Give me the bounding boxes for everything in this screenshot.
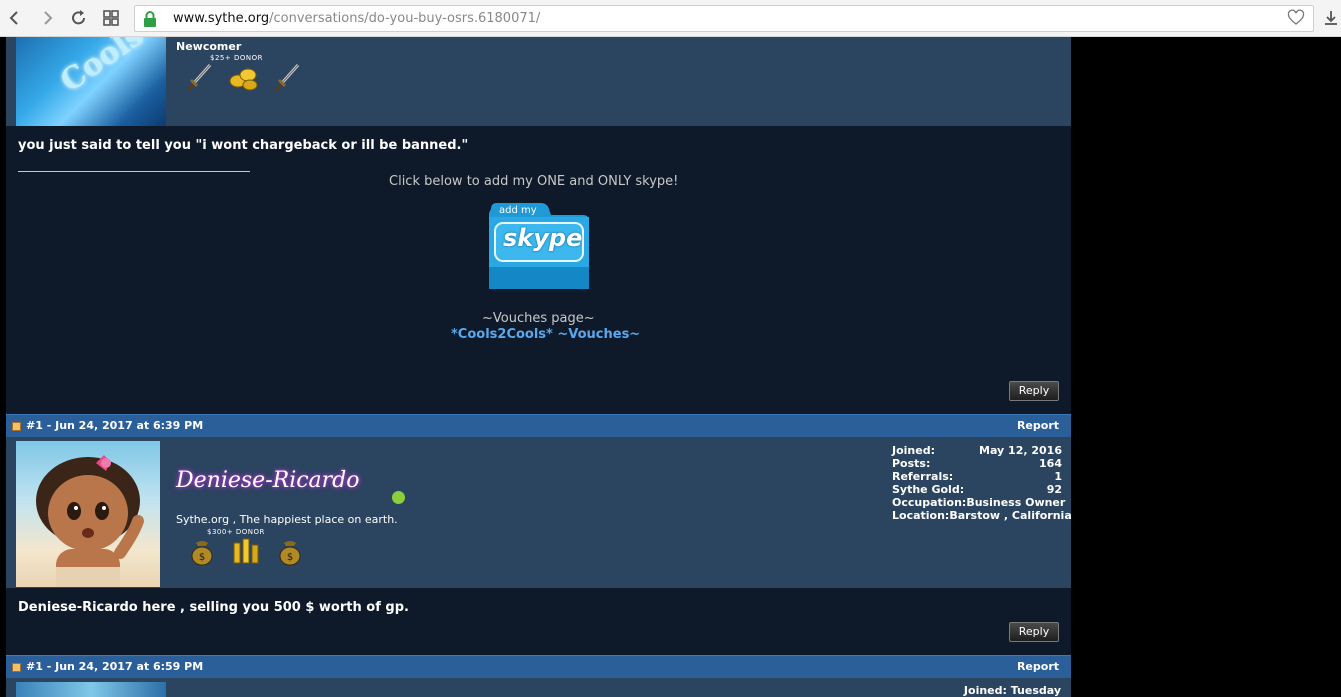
post-icon xyxy=(12,663,21,672)
money-bag-icon: $ xyxy=(279,541,301,566)
reply-button[interactable]: Reply xyxy=(1009,622,1059,642)
sword-icon xyxy=(186,64,212,92)
address-bar[interactable]: www.sythe.org/conversations/do-you-buy-o… xyxy=(134,5,1314,32)
svg-text:$: $ xyxy=(287,552,293,563)
url-host: www.sythe.org xyxy=(173,11,270,26)
stat-occupation: Occupation: Business Owner xyxy=(892,496,1066,509)
gold-coins-icon xyxy=(229,68,258,91)
avatar[interactable]: Cools xyxy=(16,37,166,126)
post-meta[interactable]: #1 - Jun 24, 2017 at 6:59 PM xyxy=(26,660,203,673)
browser-toolbar: www.sythe.org/conversations/do-you-buy-o… xyxy=(0,0,1341,37)
back-icon[interactable] xyxy=(4,8,26,28)
url-path: /conversations/do-you-buy-osrs.6180071/ xyxy=(269,11,541,26)
user-stats: Joined: May 12, 2016 Posts: 164 Referrals:… xyxy=(892,444,1072,522)
add-skype-button[interactable]: add my skype xyxy=(489,203,589,289)
stat-label: Occupation: xyxy=(892,496,967,509)
page-margin-right xyxy=(1071,37,1341,697)
avatar[interactable] xyxy=(16,441,160,587)
vouches-link[interactable]: *Cools2Cools* ~Vouches~ xyxy=(451,327,640,342)
skype-top-label: add my xyxy=(499,205,537,216)
url-text[interactable]: www.sythe.org/conversations/do-you-buy-o… xyxy=(173,11,540,26)
username[interactable]: Deniese-Ricardo xyxy=(176,468,360,493)
forward-icon[interactable] xyxy=(36,8,58,28)
report-link[interactable]: Report xyxy=(1017,419,1059,432)
stat-value: 164 xyxy=(1039,457,1062,470)
avatar[interactable] xyxy=(16,682,166,697)
user-rank: Newcomer xyxy=(176,40,242,53)
stat-value: Barstow , California xyxy=(949,509,1072,522)
stat-location: Location: Barstow , California xyxy=(892,509,1072,522)
post-userinfo: Deniese-Ricardo Sythe.org , The happiest… xyxy=(6,437,1072,588)
lock-icon xyxy=(143,11,157,27)
vouches-title: ~Vouches page~ xyxy=(482,311,595,326)
report-link[interactable]: Report xyxy=(1017,660,1059,673)
post-message: Deniese-Ricardo here , selling you 500 $… xyxy=(18,600,409,615)
post-meta[interactable]: #1 - Jun 24, 2017 at 6:39 PM xyxy=(26,419,203,432)
stat-value: 92 xyxy=(1046,483,1062,496)
avatar-text: Cools xyxy=(54,37,150,100)
bookmark-heart-icon[interactable] xyxy=(1287,9,1305,27)
stat-label: Location: xyxy=(892,509,950,522)
signature-divider xyxy=(18,171,250,172)
svg-text:$: $ xyxy=(199,552,205,563)
post-message: you just said to tell you "i wont charge… xyxy=(18,138,469,153)
thread-page: Cools Newcomer $25+ DONOR you just said … xyxy=(6,37,1072,697)
reply-button[interactable]: Reply xyxy=(1009,381,1059,401)
stat-value: 1 xyxy=(1054,470,1062,483)
stat-joined: Joined: Tuesday xyxy=(963,684,1061,697)
stat-label: Posts: xyxy=(892,457,931,470)
badge-row: $ $ xyxy=(186,535,306,567)
stat-posts: Posts: 164 xyxy=(892,457,1062,470)
stat-label: Joined: xyxy=(892,444,935,457)
online-status-icon xyxy=(392,491,405,504)
post-header: #1 - Jun 24, 2017 at 6:39 PM Report xyxy=(6,414,1071,437)
stat-joined: Joined: May 12, 2016 xyxy=(892,444,1062,457)
download-icon[interactable] xyxy=(1322,8,1340,28)
stat-value: May 12, 2016 xyxy=(979,444,1062,457)
sword-icon xyxy=(274,64,300,92)
stat-sythe-gold: Sythe Gold: 92 xyxy=(892,483,1062,496)
badge-row xyxy=(184,61,304,93)
stat-referrals: Referrals: 1 xyxy=(892,470,1062,483)
reload-icon[interactable] xyxy=(68,8,90,28)
gold-bars-icon xyxy=(233,538,259,564)
post-userinfo: Cools Newcomer $25+ DONOR xyxy=(6,37,1071,126)
post-header: #1 - Jun 24, 2017 at 6:59 PM Report xyxy=(6,655,1071,678)
signature-text: Click below to add my ONE and ONLY skype… xyxy=(389,174,679,189)
post-icon xyxy=(12,422,21,431)
stat-label: Referrals: xyxy=(892,470,954,483)
post-userinfo: Joined: Tuesday xyxy=(6,678,1071,697)
stat-value: Business Owner xyxy=(966,496,1066,509)
speed-dial-icon[interactable] xyxy=(100,8,122,28)
stat-label: Sythe Gold: xyxy=(892,483,965,496)
skype-logo-text: skype xyxy=(503,224,583,252)
user-tagline: Sythe.org , The happiest place on earth. xyxy=(176,513,398,526)
money-bag-icon: $ xyxy=(191,541,213,566)
